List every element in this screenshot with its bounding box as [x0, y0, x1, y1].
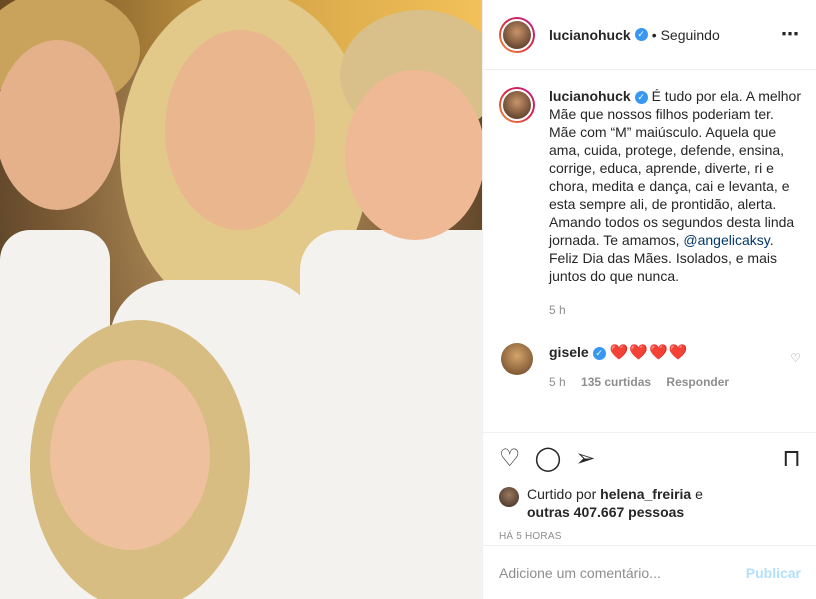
comment-like-heart-icon[interactable]: ♡ — [790, 351, 801, 365]
photo-shirt-right — [300, 230, 482, 599]
post-side-panel: lucianohuck ✓ • Seguindo ⋯ lucianohuck ✓ … — [482, 0, 816, 599]
post-timestamp[interactable]: HÁ 5 HORAS — [499, 531, 801, 542]
liked-by: Curtido por helena_freiria e outras 407.… — [499, 485, 801, 521]
comment-item: gisele ✓ ❤️❤️❤️❤️ 5 h 135 curtidas Respon… — [499, 343, 801, 389]
comment-text: ❤️❤️❤️❤️ — [609, 344, 689, 361]
commenter-username[interactable]: gisele — [549, 344, 589, 360]
verified-icon: ✓ — [634, 28, 648, 41]
liked-by-prefix: Curtido por — [527, 486, 601, 502]
caption-time[interactable]: 5 h — [549, 301, 801, 319]
photo-face-left — [0, 40, 120, 210]
photo-face-right — [345, 70, 482, 240]
commenter-avatar[interactable] — [501, 343, 533, 375]
caption-comment: lucianohuck ✓ É tudo por ela. A melhor Mã… — [499, 87, 801, 319]
follow-status-button[interactable]: Seguindo — [661, 27, 720, 43]
comment-time[interactable]: 5 h — [549, 375, 566, 389]
like-heart-icon[interactable]: ♡ — [499, 447, 521, 471]
comment-likes[interactable]: 135 curtidas — [581, 375, 651, 389]
header-separator: • — [651, 26, 657, 43]
caption-avatar[interactable] — [499, 87, 535, 123]
share-send-icon[interactable]: ➢ — [575, 447, 595, 471]
verified-icon: ✓ — [592, 346, 606, 360]
post-photo[interactable] — [0, 0, 482, 599]
liked-by-user[interactable]: helena_freiria — [600, 486, 691, 502]
post-header: lucianohuck ✓ • Seguindo ⋯ — [483, 0, 816, 70]
publish-button[interactable]: Publicar — [746, 565, 801, 581]
author-username[interactable]: lucianohuck — [549, 27, 631, 43]
reply-button[interactable]: Responder — [666, 375, 729, 389]
caption-username[interactable]: lucianohuck — [549, 88, 631, 104]
photo-face-mother — [165, 30, 315, 230]
author-avatar[interactable] — [499, 16, 535, 53]
verified-icon: ✓ — [634, 90, 648, 104]
more-options-icon[interactable]: ⋯ — [781, 24, 800, 45]
comment-input[interactable]: Adicione um comentário... — [499, 565, 746, 581]
likes-count[interactable]: outras 407.667 pessoas — [527, 504, 684, 520]
photo-face-girl — [50, 360, 210, 550]
add-comment-bar: Adicione um comentário... Publicar — [483, 545, 816, 599]
liked-by-middle: e — [691, 486, 703, 502]
save-bookmark-icon[interactable]: ⊓ — [782, 447, 801, 471]
liker-avatar[interactable] — [499, 487, 519, 507]
comments-section[interactable]: lucianohuck ✓ É tudo por ela. A melhor Mã… — [483, 71, 816, 431]
comment-bubble-icon[interactable]: ◯ — [535, 447, 562, 471]
caption-text: É tudo por ela. A melhor Mãe que nossos … — [549, 88, 802, 248]
caption-mention[interactable]: @angelicaksy — [683, 232, 769, 248]
post-actions: ♡ ◯ ➢ ⊓ Curtido por helena_freiria e out… — [483, 432, 816, 544]
